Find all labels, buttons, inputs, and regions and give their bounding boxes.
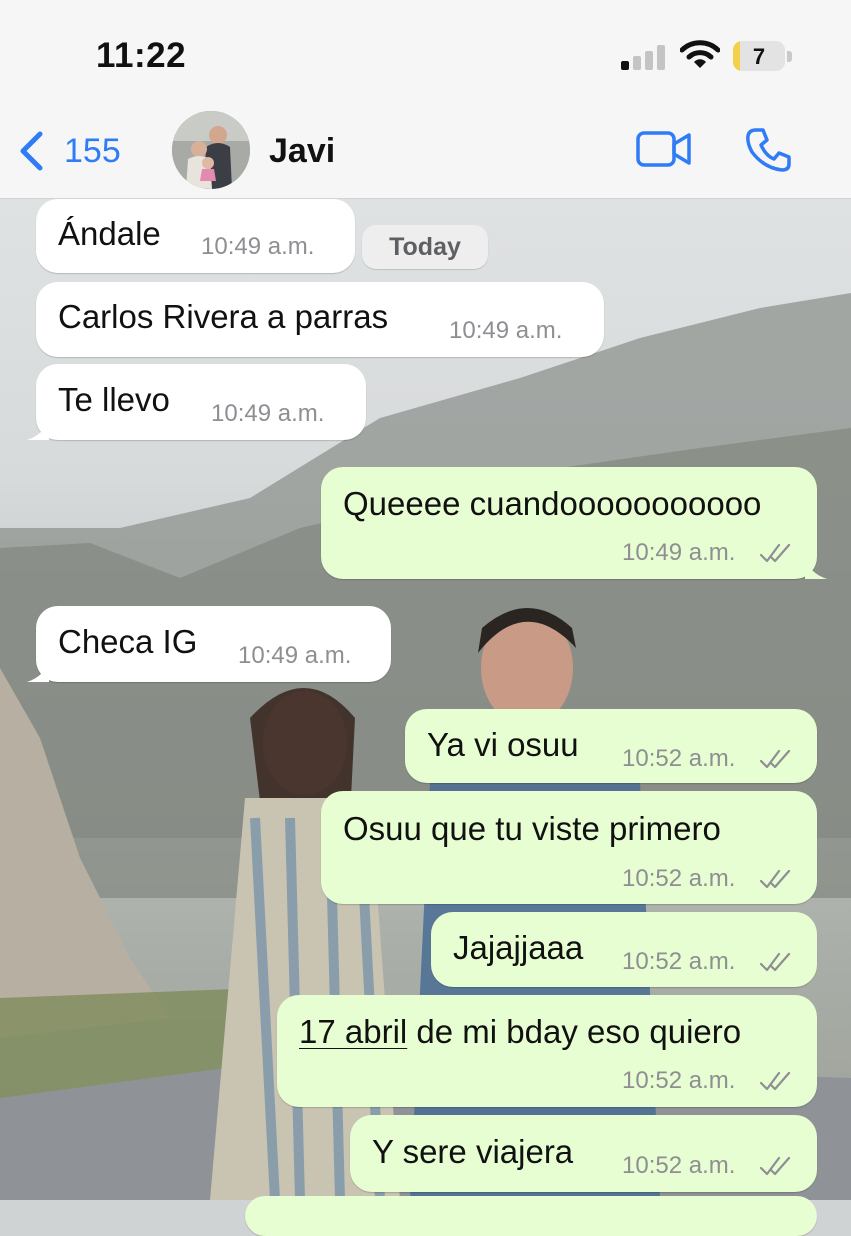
message-timestamp: 10:49 a.m. — [238, 642, 352, 669]
bubble-tail — [27, 660, 49, 682]
double-check-icon — [759, 1071, 791, 1091]
message-timestamp: 10:52 a.m. — [622, 745, 736, 772]
date-chip: Today — [362, 225, 488, 269]
battery-nub — [787, 51, 792, 62]
message-text: Ya vi osuu — [427, 726, 579, 763]
back-button[interactable]: 155 — [18, 126, 121, 176]
contact-name[interactable]: Javi — [269, 132, 335, 171]
message-timestamp: 10:52 a.m. — [622, 865, 736, 892]
double-check-icon — [759, 749, 791, 769]
phone-icon[interactable] — [744, 126, 792, 174]
message-text: 17 abril de mi bday eso quiero — [299, 1013, 741, 1051]
bubble-tail — [805, 557, 827, 579]
double-check-icon — [759, 952, 791, 972]
message-timestamp: 10:49 a.m. — [622, 539, 736, 566]
bubble-tail — [27, 418, 49, 440]
message-timestamp: 10:52 a.m. — [622, 1152, 736, 1179]
message-bubble-incoming[interactable]: Ándale 10:49 a.m. — [36, 199, 355, 273]
signal-icon — [621, 44, 667, 70]
message-bubble-incoming[interactable]: Checa IG 10:49 a.m. — [27, 606, 391, 682]
double-check-icon — [759, 543, 791, 563]
message-timestamp: 10:52 a.m. — [622, 948, 736, 975]
message-text: Carlos Rivera a parras — [58, 298, 389, 335]
message-text: Ándale — [58, 215, 161, 252]
status-time: 11:22 — [96, 36, 187, 75]
message-text-rest: de mi bday eso quiero — [407, 1013, 742, 1050]
message-text: Osuu que tu viste primero — [343, 810, 721, 847]
message-bubble-outgoing[interactable]: 17 abril de mi bday eso quiero 10:52 a.m… — [277, 995, 817, 1107]
message-text: Queeee cuandooooooooooo — [343, 485, 762, 522]
double-check-icon — [759, 869, 791, 889]
message-timestamp: 10:49 a.m. — [211, 400, 325, 427]
message-bubble-outgoing[interactable]: Jajajjaaa 10:52 a.m. — [431, 912, 817, 987]
message-timestamp: 10:49 a.m. — [201, 233, 315, 260]
unread-count: 155 — [64, 131, 121, 170]
message-bubble-outgoing[interactable]: Queeee cuandooooooooooo 10:49 a.m. — [321, 467, 827, 579]
chat-header: 11:22 7 155 Javi — [0, 0, 851, 199]
double-check-icon — [759, 1156, 791, 1176]
message-text: Checa IG — [58, 623, 198, 660]
video-call-icon[interactable] — [636, 129, 692, 169]
message-bubble-outgoing[interactable]: Osuu que tu viste primero 10:52 a.m. — [321, 791, 817, 904]
message-timestamp: 10:49 a.m. — [449, 317, 563, 344]
battery-icon: 7 — [733, 41, 785, 71]
message-bubble-outgoing-partial — [245, 1196, 817, 1236]
message-bubble-incoming[interactable]: Carlos Rivera a parras 10:49 a.m. — [36, 282, 604, 357]
message-timestamp: 10:52 a.m. — [622, 1067, 736, 1094]
message-bubble-outgoing[interactable]: Y sere viajera 10:52 a.m. — [350, 1115, 817, 1192]
message-text: Te llevo — [58, 381, 170, 418]
avatar-photo — [172, 111, 250, 189]
chevron-left-icon — [20, 131, 43, 171]
message-bubble-outgoing[interactable]: Ya vi osuu 10:52 a.m. — [405, 709, 817, 783]
message-text: Jajajjaaa — [453, 929, 584, 966]
battery-level: 7 — [752, 44, 766, 69]
message-text: Y sere viajera — [372, 1133, 574, 1170]
date-link[interactable]: 17 abril — [299, 1013, 407, 1050]
contact-avatar[interactable] — [172, 111, 250, 189]
wifi-icon — [680, 40, 720, 68]
message-bubble-incoming[interactable]: Te llevo 10:49 a.m. — [27, 364, 366, 440]
